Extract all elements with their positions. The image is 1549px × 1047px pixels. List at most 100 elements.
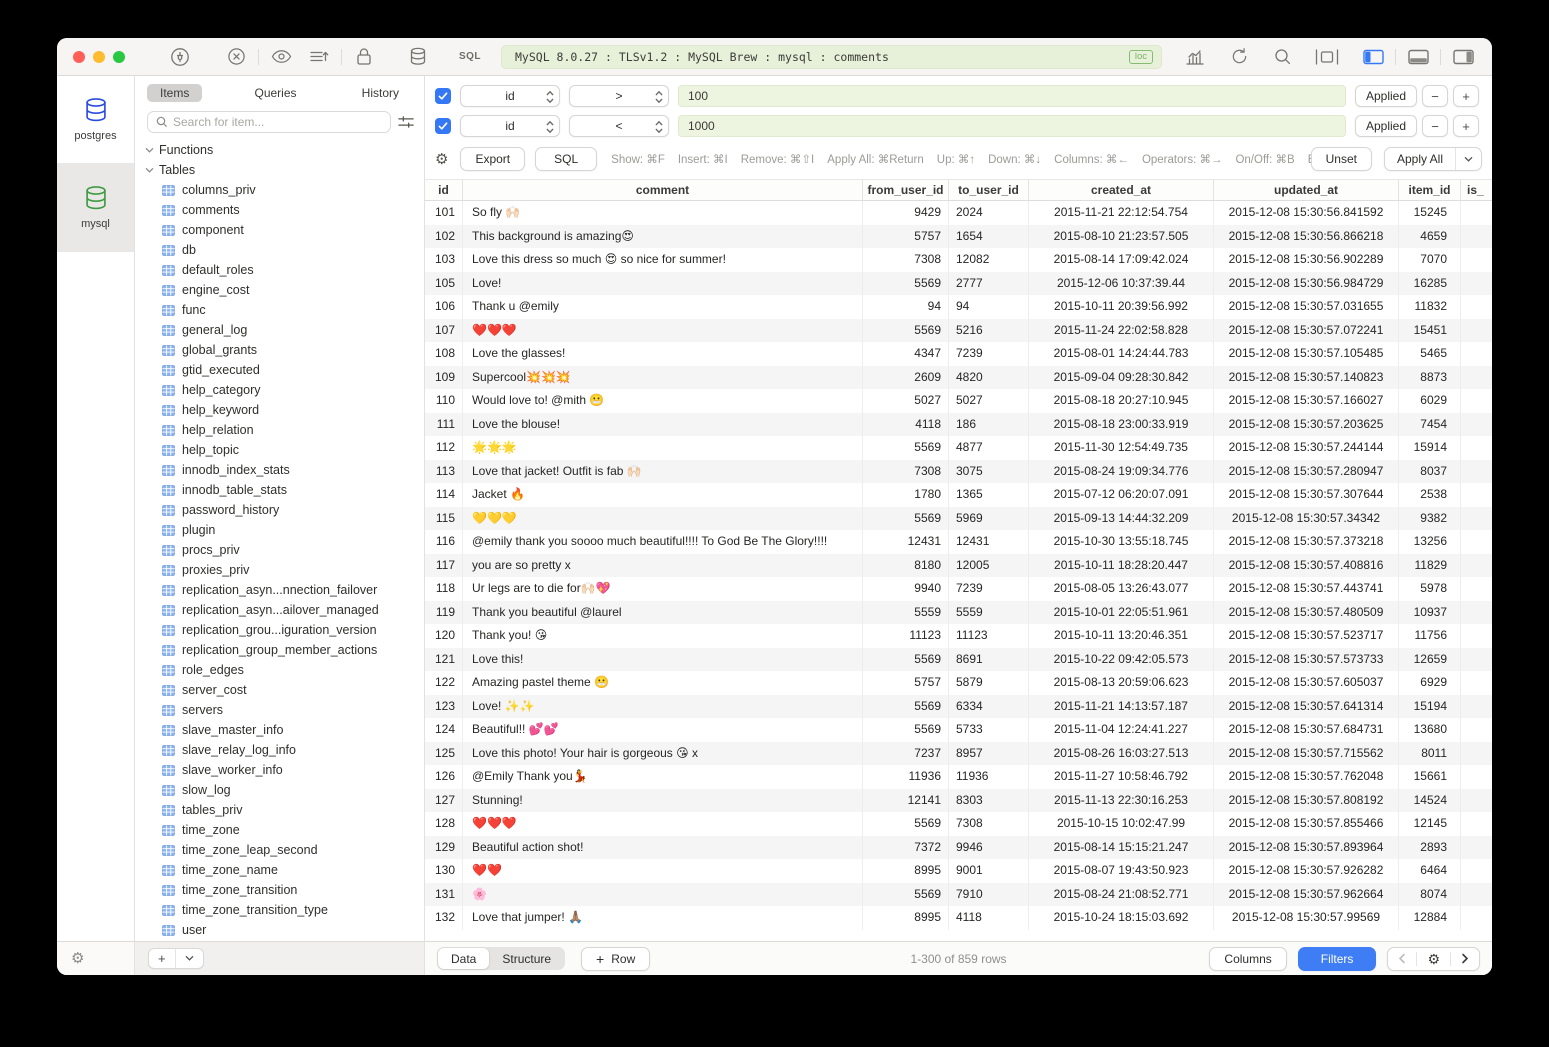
cell-from_user_id[interactable]: 94 (863, 295, 949, 319)
cell-comment[interactable]: Stunning! (463, 789, 863, 813)
cell-created_at[interactable]: 2015-10-01 22:05:51.961 (1029, 601, 1214, 625)
cell-comment[interactable]: you are so pretty x (463, 554, 863, 578)
cell-id[interactable]: 116 (425, 530, 463, 554)
cell-created_at[interactable]: 2015-08-05 13:26:43.077 (1029, 577, 1214, 601)
preview-eye-icon[interactable] (262, 45, 300, 69)
cell-created_at[interactable]: 2015-08-14 17:09:42.024 (1029, 248, 1214, 272)
section-functions[interactable]: Functions (135, 140, 424, 160)
sidebar-table-time_zone_transition_type[interactable]: time_zone_transition_type (135, 900, 424, 920)
sidebar-table-user[interactable]: user (135, 920, 424, 940)
cell-to_user_id[interactable]: 7910 (949, 883, 1029, 907)
cell-comment[interactable]: This background is amazing😍 (463, 225, 863, 249)
sidebar-table-func[interactable]: func (135, 300, 424, 320)
table-row[interactable]: 103Love this dress so much 😍 so nice for… (425, 248, 1492, 272)
cell-from_user_id[interactable]: 5569 (863, 507, 949, 531)
sidebar-table-replication_group_member_actions[interactable]: replication_group_member_actions (135, 640, 424, 660)
sidebar-table-innodb_table_stats[interactable]: innodb_table_stats (135, 480, 424, 500)
add-filter-button[interactable]: + (1453, 115, 1479, 137)
disconnect-icon[interactable] (217, 45, 255, 69)
cell-to_user_id[interactable]: 6334 (949, 695, 1029, 719)
cell-comment[interactable]: Love this photo! Your hair is gorgeous 😘… (463, 742, 863, 766)
column-header-comment[interactable]: comment (463, 180, 863, 200)
cell-to_user_id[interactable]: 2024 (949, 201, 1029, 225)
cell-updated_at[interactable]: 2015-12-08 15:30:57.926282 (1214, 859, 1399, 883)
table-row[interactable]: 107❤️❤️❤️556952162015-11-24 22:02:58.828… (425, 319, 1492, 343)
table-row[interactable]: 110Would love to! @mith 😬502750272015-08… (425, 389, 1492, 413)
cell-to_user_id[interactable]: 9001 (949, 859, 1029, 883)
filter-applied-button[interactable]: Applied (1355, 85, 1417, 107)
cell-is_[interactable] (1461, 295, 1492, 319)
cell-to_user_id[interactable]: 7308 (949, 812, 1029, 836)
table-row[interactable]: 120Thank you! 😘11123111232015-10-11 13:2… (425, 624, 1492, 648)
cell-is_[interactable] (1461, 883, 1492, 907)
cell-created_at[interactable]: 2015-08-14 15:15:21.247 (1029, 836, 1214, 860)
cell-item_id[interactable]: 6464 (1399, 859, 1461, 883)
cell-item_id[interactable]: 14524 (1399, 789, 1461, 813)
bottom-panel-toggle-icon[interactable] (1399, 45, 1437, 69)
cell-from_user_id[interactable]: 9429 (863, 201, 949, 225)
cell-is_[interactable] (1461, 272, 1492, 296)
cell-to_user_id[interactable]: 8303 (949, 789, 1029, 813)
cell-is_[interactable] (1461, 742, 1492, 766)
sidebar-table-gtid_executed[interactable]: gtid_executed (135, 360, 424, 380)
cell-is_[interactable] (1461, 812, 1492, 836)
cell-comment[interactable]: Beautiful!! 💕💕 (463, 718, 863, 742)
cell-created_at[interactable]: 2015-07-12 06:20:07.091 (1029, 483, 1214, 507)
cell-updated_at[interactable]: 2015-12-08 15:30:57.408816 (1214, 554, 1399, 578)
column-header-from_user_id[interactable]: from_user_id (863, 180, 949, 200)
cell-updated_at[interactable]: 2015-12-08 15:30:57.031655 (1214, 295, 1399, 319)
cell-id[interactable]: 125 (425, 742, 463, 766)
cell-to_user_id[interactable]: 8957 (949, 742, 1029, 766)
cell-created_at[interactable]: 2015-11-21 14:13:57.187 (1029, 695, 1214, 719)
cell-created_at[interactable]: 2015-08-10 21:23:57.505 (1029, 225, 1214, 249)
cell-id[interactable]: 131 (425, 883, 463, 907)
add-row-button[interactable]: + Row (581, 947, 650, 971)
sidebar-table-role_edges[interactable]: role_edges (135, 660, 424, 680)
sidebar-table-innodb_index_stats[interactable]: innodb_index_stats (135, 460, 424, 480)
cell-id[interactable]: 129 (425, 836, 463, 860)
cell-comment[interactable]: 🌸 (463, 883, 863, 907)
table-row[interactable]: 112🌟🌟🌟556948772015-11-30 12:54:49.735201… (425, 436, 1492, 460)
table-row[interactable]: 114Jacket 🔥178013652015-07-12 06:20:07.0… (425, 483, 1492, 507)
cell-to_user_id[interactable]: 3075 (949, 460, 1029, 484)
cell-updated_at[interactable]: 2015-12-08 15:30:57.99569 (1214, 906, 1399, 930)
left-panel-toggle-icon[interactable] (1354, 45, 1392, 69)
tab-structure[interactable]: Structure (489, 948, 564, 969)
sidebar-table-time_zone[interactable]: time_zone (135, 820, 424, 840)
cell-item_id[interactable]: 5978 (1399, 577, 1461, 601)
filter-operator-select[interactable]: > (569, 85, 669, 107)
cell-comment[interactable]: 💛💛💛 (463, 507, 863, 531)
lock-icon[interactable] (345, 45, 383, 69)
cell-id[interactable]: 106 (425, 295, 463, 319)
tab-items[interactable]: Items (147, 84, 202, 102)
cell-comment[interactable]: Thank u @emily (463, 295, 863, 319)
cell-comment[interactable]: Love this! (463, 648, 863, 672)
cell-id[interactable]: 107 (425, 319, 463, 343)
cell-id[interactable]: 108 (425, 342, 463, 366)
cell-created_at[interactable]: 2015-10-24 18:15:03.692 (1029, 906, 1214, 930)
cell-from_user_id[interactable]: 12141 (863, 789, 949, 813)
sql-editor-icon[interactable]: SQL (451, 45, 489, 69)
remove-filter-button[interactable]: − (1422, 115, 1448, 137)
cell-comment[interactable]: Love the glasses! (463, 342, 863, 366)
cell-from_user_id[interactable]: 4118 (863, 413, 949, 437)
table-row[interactable]: 101So fly 🙌🏻942920242015-11-21 22:12:54.… (425, 201, 1492, 225)
cell-item_id[interactable]: 4659 (1399, 225, 1461, 249)
cell-comment[interactable]: Love! ✨✨ (463, 695, 863, 719)
cell-item_id[interactable]: 16285 (1399, 272, 1461, 296)
tab-history[interactable]: History (349, 84, 412, 102)
cell-comment[interactable]: Jacket 🔥 (463, 483, 863, 507)
cell-updated_at[interactable]: 2015-12-08 15:30:57.684731 (1214, 718, 1399, 742)
cell-item_id[interactable]: 12659 (1399, 648, 1461, 672)
column-header-id[interactable]: id (425, 180, 463, 200)
column-header-created_at[interactable]: created_at (1029, 180, 1214, 200)
table-row[interactable]: 127Stunning!1214183032015-11-13 22:30:16… (425, 789, 1492, 813)
cell-updated_at[interactable]: 2015-12-08 15:30:57.140823 (1214, 366, 1399, 390)
cell-comment[interactable]: Love the blouse! (463, 413, 863, 437)
cell-item_id[interactable]: 2893 (1399, 836, 1461, 860)
table-row[interactable]: 125Love this photo! Your hair is gorgeou… (425, 742, 1492, 766)
cell-is_[interactable] (1461, 530, 1492, 554)
sidebar-table-replication_asyn...ailover_managed[interactable]: replication_asyn...ailover_managed (135, 600, 424, 620)
tab-queries[interactable]: Queries (241, 84, 309, 102)
cell-to_user_id[interactable]: 5879 (949, 671, 1029, 695)
